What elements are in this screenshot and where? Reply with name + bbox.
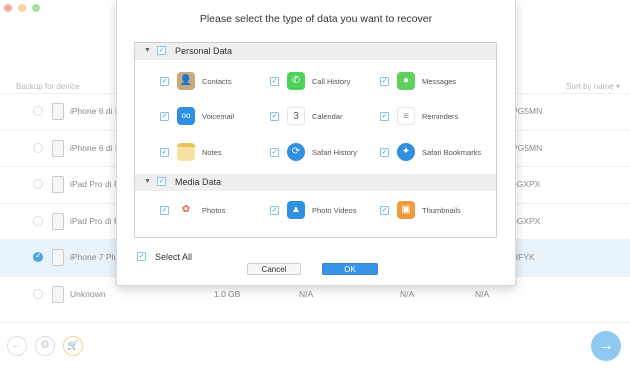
cancel-button[interactable]: Cancel: [247, 263, 301, 275]
contacts-icon: 👤: [177, 72, 195, 90]
ok-button[interactable]: OK: [322, 263, 378, 275]
select-all-label: Select All: [155, 252, 193, 262]
section-checkbox[interactable]: ✓: [157, 177, 166, 186]
photos-icon: ✿: [177, 201, 195, 219]
close-window-button[interactable]: [4, 4, 12, 12]
item-label: Calendar: [312, 112, 343, 121]
footer-bar: ← ⚙ 🛒: [0, 322, 630, 368]
section-label: Media Data: [175, 177, 222, 187]
section-header-media[interactable]: ▼ ✓ Media Data: [135, 174, 496, 191]
sort-dropdown[interactable]: Sort by name ▾: [566, 82, 620, 91]
messages-icon: ●: [397, 72, 415, 90]
device-icon: [52, 139, 64, 157]
device-icon: [52, 212, 64, 230]
item-checkbox[interactable]: ✓: [380, 112, 389, 121]
item-checkbox[interactable]: ✓: [270, 206, 279, 215]
zoom-window-button[interactable]: [32, 4, 40, 12]
next-arrow-icon[interactable]: →: [591, 331, 621, 361]
item-label: Messages: [422, 77, 457, 86]
row-radio[interactable]: [33, 215, 43, 226]
backup-field: N/A: [400, 288, 415, 299]
item-label: Safari History: [312, 148, 358, 157]
safari-bookmarks-icon: ✦: [397, 143, 415, 161]
collapse-triangle-icon[interactable]: ▼: [144, 178, 151, 185]
notes-icon: [177, 143, 195, 161]
device-name: iPhone 7 Plu: [70, 252, 119, 262]
minimize-window-button[interactable]: [18, 4, 26, 12]
item-checkbox[interactable]: ✓: [160, 112, 169, 121]
item-label: Call History: [312, 77, 351, 86]
device-name: Unknown: [70, 288, 106, 299]
item-checkbox[interactable]: ✓: [160, 206, 169, 215]
item-label: Reminders: [422, 112, 459, 121]
item-label: Voicemail: [202, 112, 235, 121]
device-icon: [52, 176, 64, 193]
item-checkbox[interactable]: ✓: [270, 148, 279, 157]
section-header-personal[interactable]: ▼ ✓ Personal Data: [135, 43, 496, 60]
device-code: PG5MN: [512, 142, 543, 153]
row-radio-checked[interactable]: [33, 251, 43, 262]
section-label: Personal Data: [175, 46, 233, 56]
item-checkbox[interactable]: ✓: [160, 148, 169, 157]
item-checkbox[interactable]: ✓: [380, 77, 389, 86]
device-code: 6GXPX: [512, 179, 541, 189]
select-all-check-icon[interactable]: ✓: [137, 252, 146, 261]
item-label: Contacts: [202, 77, 232, 86]
photo-videos-icon: ▲: [287, 201, 305, 219]
item-checkbox[interactable]: ✓: [380, 206, 389, 215]
backup-field: N/A: [475, 288, 490, 299]
item-checkbox[interactable]: ✓: [270, 112, 279, 121]
device-icon: [52, 249, 64, 266]
backup-field: N/A: [299, 288, 314, 299]
safari-history-icon: ⟳: [287, 143, 305, 161]
item-label: Safari Bookmarks: [422, 148, 482, 157]
row-radio[interactable]: [33, 288, 43, 299]
list-header-title: Backup for device: [16, 82, 80, 91]
item-checkbox[interactable]: ✓: [380, 148, 389, 157]
item-checkbox[interactable]: ✓: [160, 77, 169, 86]
recover-type-dialog: Please select the type of data you want …: [116, 0, 516, 286]
device-icon: [52, 103, 64, 120]
back-icon[interactable]: ←: [7, 336, 27, 356]
item-label: Notes: [202, 148, 222, 157]
voicemail-icon: oo: [177, 107, 195, 125]
section-checkbox[interactable]: ✓: [157, 46, 166, 55]
window-controls: [4, 4, 40, 12]
device-name: iPad Pro di F: [70, 179, 120, 189]
cart-icon[interactable]: 🛒: [63, 336, 83, 356]
device-code: 6GXPX: [512, 215, 541, 226]
row-radio[interactable]: [33, 179, 43, 189]
device-name: iPhone 6 di I: [70, 106, 118, 116]
backup-size: 1.0 GB: [214, 288, 241, 299]
dialog-title: Please select the type of data you want …: [199, 13, 433, 25]
thumbnails-icon: ▣: [397, 201, 415, 219]
row-radio[interactable]: [33, 142, 43, 153]
row-radio[interactable]: [33, 106, 43, 116]
phone-icon: ✆: [287, 72, 305, 90]
item-label: Photos: [202, 206, 226, 215]
item-checkbox[interactable]: ✓: [270, 77, 279, 86]
data-type-panel: ▼ ✓ Personal Data ✓ 👤 Contacts ✓ ✆ Call …: [134, 42, 497, 238]
device-name: iPhone 6 di I: [70, 142, 118, 153]
item-label: Thumbnails: [422, 206, 461, 215]
device-icon: [52, 285, 64, 303]
device-code: PG5MN: [512, 106, 543, 116]
settings-icon[interactable]: ⚙: [35, 336, 55, 356]
collapse-triangle-icon[interactable]: ▼: [144, 47, 151, 54]
calendar-icon: 3: [287, 107, 305, 125]
device-name: iPad Pro di F: [70, 215, 120, 226]
item-label: Photo Videos: [312, 206, 357, 215]
reminders-icon: ≡: [397, 107, 415, 125]
